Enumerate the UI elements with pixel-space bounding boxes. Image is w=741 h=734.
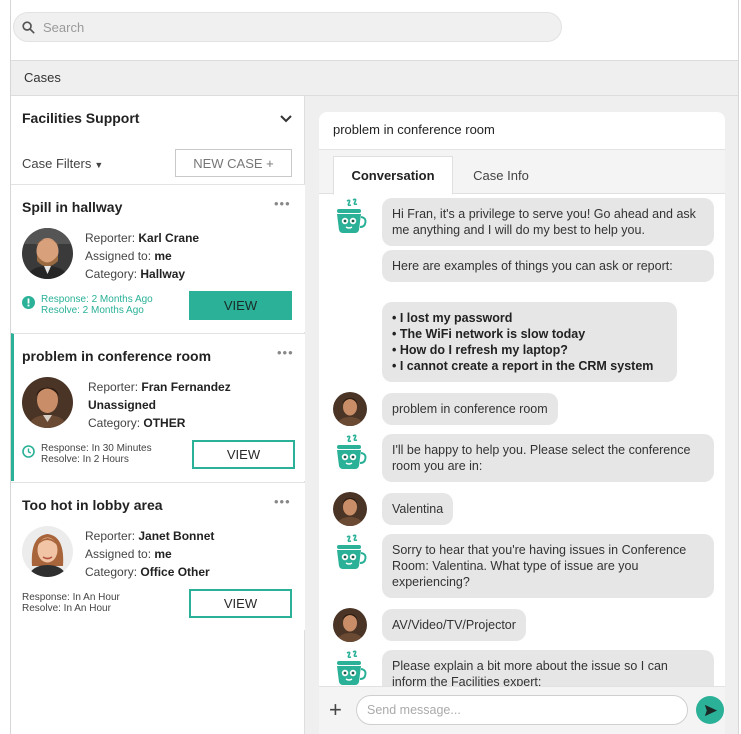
- response-time: Response: In An Hour: [22, 592, 120, 603]
- send-button[interactable]: [696, 696, 724, 724]
- resolve-time: Resolve: 2 Months Ago: [41, 305, 144, 316]
- tab-conversation[interactable]: Conversation: [333, 156, 453, 195]
- bot-examples-list: • I lost my password • The WiFi network …: [382, 302, 677, 382]
- bot-message: Here are examples of things you can ask …: [382, 250, 714, 282]
- avatar: [22, 377, 73, 428]
- example-item: • I lost my password: [392, 311, 513, 325]
- assigned-label: Assigned to:: [85, 547, 152, 561]
- resolve-time: Resolve: In An Hour: [22, 603, 111, 614]
- bot-message: I'll be happy to help you. Please select…: [382, 434, 714, 482]
- view-button[interactable]: VIEW: [192, 440, 295, 469]
- category-value: Office Other: [140, 565, 210, 579]
- tab-bar: Conversation Case Info: [319, 150, 725, 195]
- bot-teacup-icon: [337, 650, 367, 685]
- avatar: [22, 526, 73, 577]
- user-avatar: [333, 392, 367, 426]
- send-arrow-icon: [704, 704, 717, 716]
- response-time: Response: 2 Months Ago: [41, 294, 153, 305]
- search-icon: [22, 20, 35, 34]
- user-avatar: [333, 608, 367, 642]
- category-label: Category:: [88, 416, 141, 430]
- reporter-name: Fran Fernandez: [141, 380, 231, 394]
- bot-teacup-icon: [337, 534, 367, 569]
- search-placeholder: Search: [43, 19, 85, 35]
- plus-icon[interactable]: +: [329, 699, 342, 721]
- message-composer: +: [319, 686, 725, 734]
- case-meta: Reporter: Karl Crane Assigned to: me Cat…: [85, 229, 199, 283]
- group-title: Facilities Support: [22, 110, 140, 126]
- cases-section-bar: Cases: [11, 60, 738, 96]
- case-card[interactable]: Too hot in lobby area ••• Reporter: Jane…: [11, 482, 305, 630]
- category-label: Category:: [85, 267, 138, 281]
- reporter-name: Karl Crane: [138, 231, 200, 245]
- more-options-icon[interactable]: •••: [274, 494, 291, 509]
- bot-teacup-icon: [337, 434, 367, 469]
- alert-icon: [22, 296, 35, 309]
- sla-info: Response: In An Hour Resolve: In An Hour: [22, 592, 120, 614]
- message-list[interactable]: Hi Fran, it's a privilege to serve you! …: [319, 194, 725, 686]
- case-filters-label: Case Filters: [22, 156, 92, 171]
- case-filters-dropdown[interactable]: Case Filters ▼: [22, 156, 103, 171]
- search-bar[interactable]: Search: [13, 12, 562, 42]
- new-case-button[interactable]: NEW CASE +: [175, 149, 292, 177]
- cases-section-label: Cases: [24, 70, 61, 85]
- assigned-value: me: [154, 547, 172, 561]
- user-message: Valentina: [382, 493, 454, 525]
- chevron-down-icon[interactable]: [279, 111, 293, 125]
- filters-row: Case Filters ▼ NEW CASE +: [11, 146, 305, 180]
- reporter-name: Janet Bonnet: [138, 529, 215, 543]
- case-card-selected[interactable]: problem in conference room ••• Reporter:…: [11, 333, 305, 481]
- app-frame: Search Cases Facilities Support Case Fil…: [10, 0, 739, 734]
- reporter-label: Reporter:: [88, 380, 139, 394]
- chat-panel: problem in conference room Conversation …: [319, 112, 725, 734]
- reporter-label: Reporter:: [85, 231, 136, 245]
- resolve-time: Resolve: In 2 Hours: [41, 454, 129, 465]
- response-time: Response: In 30 Minutes: [41, 443, 152, 454]
- case-card[interactable]: Spill in hallway ••• Reporter: Karl Cran…: [11, 184, 305, 332]
- case-title: Too hot in lobby area: [22, 497, 163, 513]
- bot-message: Please explain a bit more about the issu…: [382, 650, 714, 686]
- bot-message: Hi Fran, it's a privilege to serve you! …: [382, 198, 714, 246]
- view-button[interactable]: VIEW: [189, 291, 292, 320]
- user-message: AV/Video/TV/Projector: [382, 609, 526, 641]
- group-header[interactable]: Facilities Support: [11, 96, 305, 140]
- send-message-input[interactable]: [356, 695, 688, 725]
- case-meta: Reporter: Fran Fernandez Unassigned Cate…: [88, 378, 231, 432]
- user-message: problem in conference room: [382, 393, 558, 425]
- user-avatar: [333, 492, 367, 526]
- more-options-icon[interactable]: •••: [274, 196, 291, 211]
- main-area: Facilities Support Case Filters ▼ NEW CAS…: [11, 96, 738, 734]
- assigned-value: Unassigned: [88, 398, 157, 412]
- case-list-panel: Facilities Support Case Filters ▼ NEW CAS…: [11, 96, 305, 734]
- case-meta: Reporter: Janet Bonnet Assigned to: me C…: [85, 527, 214, 581]
- reporter-label: Reporter:: [85, 529, 136, 543]
- top-bar: Search: [11, 0, 738, 60]
- example-item: • I cannot create a report in the CRM sy…: [392, 359, 654, 373]
- avatar: [22, 228, 73, 279]
- category-label: Category:: [85, 565, 138, 579]
- category-value: Hallway: [140, 267, 186, 281]
- more-options-icon[interactable]: •••: [277, 345, 294, 360]
- sla-info: Response: 2 Months Ago Resolve: 2 Months…: [22, 294, 153, 316]
- sla-info: Response: In 30 Minutes Resolve: In 2 Ho…: [22, 443, 152, 465]
- category-value: OTHER: [143, 416, 186, 430]
- assigned-label: Assigned to:: [85, 249, 152, 263]
- bot-message: Sorry to hear that you're having issues …: [382, 534, 714, 598]
- example-item: • How do I refresh my laptop?: [392, 343, 568, 357]
- caret-down-icon: ▼: [94, 160, 104, 170]
- tab-case-info[interactable]: Case Info: [459, 156, 543, 195]
- assigned-value: me: [154, 249, 172, 263]
- clock-icon: [22, 445, 35, 458]
- case-title: problem in conference room: [22, 348, 212, 364]
- example-item: • The WiFi network is slow today: [392, 327, 586, 341]
- bot-teacup-icon: [337, 198, 367, 233]
- case-title: Spill in hallway: [22, 199, 123, 215]
- view-button[interactable]: VIEW: [189, 589, 292, 618]
- chat-title: problem in conference room: [319, 112, 725, 150]
